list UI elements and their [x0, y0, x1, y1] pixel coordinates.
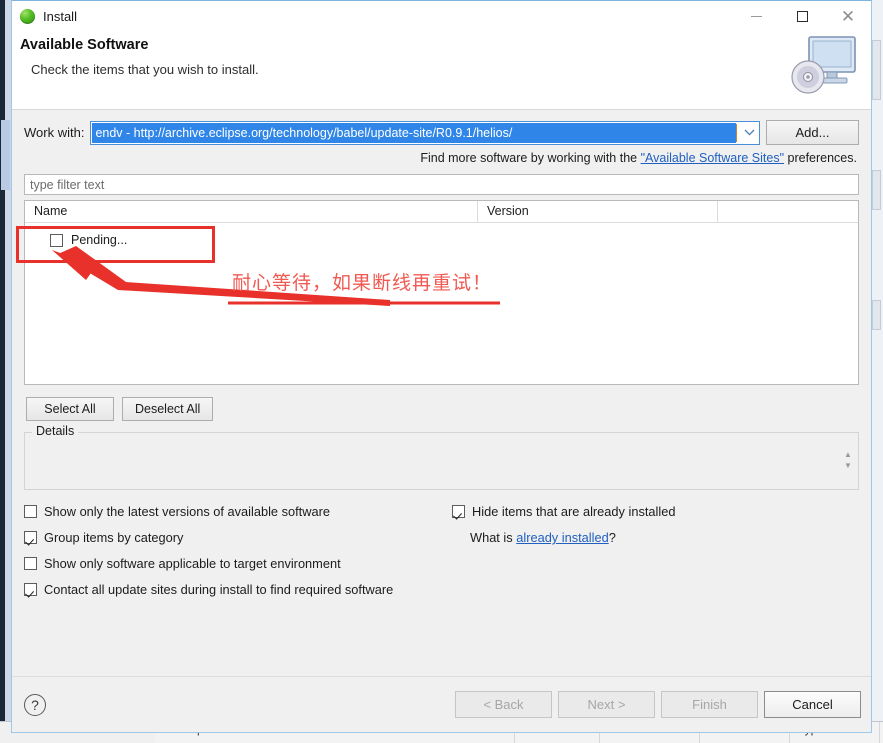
dialog-footer: ? < Back Next > Finish Cancel — [12, 676, 871, 732]
deselect-all-button[interactable]: Deselect All — [122, 397, 214, 421]
maximize-icon — [796, 11, 808, 22]
install-dialog: Install ✕ Available Software Check the i… — [11, 0, 872, 733]
column-header-name[interactable]: Name — [25, 201, 478, 223]
dialog-titlebar: Install ✕ — [12, 1, 871, 32]
option-label: Group items by category — [44, 530, 184, 545]
checkbox-hide-installed-items[interactable] — [452, 505, 465, 518]
minimize-button[interactable] — [733, 1, 779, 32]
scroll-down-icon[interactable]: ▼ — [844, 462, 852, 470]
checkbox-contact-all-update-sites[interactable] — [24, 583, 37, 596]
checkbox-group-by-category[interactable] — [24, 531, 37, 544]
work-with-row: Work with: endv - http://archive.eclipse… — [12, 110, 871, 145]
checkbox-applicable-target-environment[interactable] — [24, 557, 37, 570]
background-sidebar-tab — [1, 120, 10, 190]
page-title: Available Software — [20, 37, 149, 53]
column-header-version[interactable]: Version — [478, 201, 718, 223]
text-caret — [736, 123, 737, 142]
option-label: Show only software applicable to target … — [44, 556, 341, 571]
page-description: Check the items that you wish to install… — [31, 62, 259, 77]
background-right-box — [872, 300, 881, 330]
filter-input[interactable]: type filter text — [24, 174, 859, 195]
footer-buttons: < Back Next > Finish Cancel — [455, 691, 861, 718]
column-header-blank[interactable] — [718, 201, 858, 223]
work-with-combo[interactable]: endv - http://archive.eclipse.org/techno… — [90, 120, 760, 145]
find-more-software-text: Find more software by working with the "… — [12, 145, 871, 165]
titlebar-left: Install — [12, 9, 77, 24]
table-body: Pending... — [25, 223, 858, 251]
work-with-label: Work with: — [24, 125, 85, 140]
software-table[interactable]: Name Version Pending... — [24, 200, 859, 385]
row-name-pending: Pending... — [71, 233, 128, 247]
what-is-suffix: ? — [608, 530, 616, 545]
options-area: Show only the latest versions of availab… — [12, 504, 871, 614]
add-button[interactable]: Add... — [766, 120, 859, 145]
find-more-prefix: Find more software by working with the — [420, 151, 641, 165]
available-software-sites-link[interactable]: "Available Software Sites" — [641, 151, 784, 165]
option-contact-all-update-sites[interactable]: Contact all update sites during install … — [24, 582, 859, 597]
table-header-row: Name Version — [25, 201, 858, 223]
question-mark-icon[interactable]: ? — [24, 693, 46, 716]
background-right-box — [872, 40, 881, 100]
option-label: Show only the latest versions of availab… — [44, 504, 330, 519]
details-scroll-spinner[interactable]: ▲ ▼ — [842, 446, 854, 474]
close-icon: ✕ — [840, 7, 856, 26]
scroll-up-icon[interactable]: ▲ — [844, 451, 852, 459]
maximize-button[interactable] — [779, 1, 825, 32]
checkbox-show-latest-versions[interactable] — [24, 505, 37, 518]
window-title: Install — [43, 9, 77, 24]
find-more-suffix: preferences. — [784, 151, 858, 165]
what-is-already-installed-text: What is already installed? — [452, 530, 872, 545]
next-button[interactable]: Next > — [558, 691, 655, 718]
table-row[interactable]: Pending... — [25, 229, 858, 251]
chevron-down-icon[interactable] — [739, 121, 759, 144]
row-checkbox[interactable] — [50, 233, 63, 247]
dialog-body: Work with: endv - http://archive.eclipse… — [12, 110, 871, 732]
work-with-input[interactable]: endv - http://archive.eclipse.org/techno… — [92, 122, 736, 143]
finish-button[interactable]: Finish — [661, 691, 758, 718]
filter-placeholder: type filter text — [30, 177, 105, 192]
option-applicable-target-environment[interactable]: Show only software applicable to target … — [24, 556, 859, 571]
cancel-button[interactable]: Cancel — [764, 691, 861, 718]
close-button[interactable]: ✕ — [825, 1, 871, 32]
back-button[interactable]: < Back — [455, 691, 552, 718]
select-all-button[interactable]: Select All — [26, 397, 114, 421]
selection-buttons: Select All Deselect All — [12, 385, 871, 421]
background-right-box — [872, 170, 881, 210]
option-hide-installed-items[interactable]: Hide items that are already installed — [452, 504, 872, 519]
install-green-orb-icon — [20, 9, 35, 24]
dialog-header: Available Software Check the items that … — [12, 32, 871, 110]
background-left-sidebar — [0, 0, 11, 743]
details-group: Details ▲ ▼ — [24, 424, 859, 490]
options-right-column: Hide items that are already installed Wh… — [452, 504, 872, 545]
minimize-icon — [750, 16, 762, 17]
what-is-prefix: What is — [470, 530, 517, 545]
details-label: Details — [32, 424, 79, 438]
option-label: Hide items that are already installed — [472, 504, 676, 519]
computer-with-disc-icon — [787, 32, 863, 102]
option-label: Contact all update sites during install … — [44, 582, 394, 597]
window-controls: ✕ — [733, 1, 871, 32]
already-installed-link[interactable]: already installed — [516, 530, 608, 545]
